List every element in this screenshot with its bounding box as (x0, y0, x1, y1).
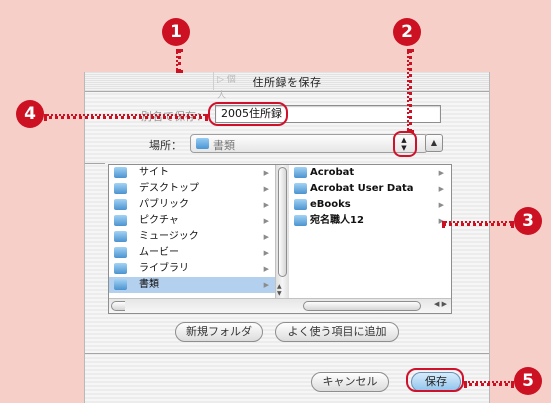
horizontal-arrows-icon[interactable]: ◀ ▶ (434, 300, 447, 308)
callout-5: 5 (514, 367, 542, 395)
browser-row[interactable]: eBooks ▶ (289, 197, 452, 213)
divider-left (85, 163, 105, 164)
callout-2: 2 (393, 18, 421, 46)
callout-4-leader (44, 114, 208, 119)
file-name-highlight (208, 102, 288, 126)
callout-4: 4 (16, 100, 44, 128)
chevron-right-icon: ▶ (263, 281, 269, 289)
browser-row[interactable]: ピクチャ ▶ (109, 213, 277, 229)
chevron-right-icon: ▶ (263, 201, 269, 209)
folder-icon (294, 167, 307, 178)
chevron-right-icon: ▶ (438, 201, 444, 209)
save-dialog: ▷ 個人 住所録を保存 別名で保存： 2005住所録 場所： 書類 ▲▼ ▲ サ… (84, 72, 490, 403)
horizontal-scroll-end (111, 301, 125, 311)
callout-1: 1 (162, 18, 190, 46)
vertical-scroll-thumb[interactable] (278, 167, 287, 277)
callout-3-leader (442, 221, 514, 226)
file-browser: サイト ▶ デスクトップ ▶ パブリック ▶ ピクチャ ▶ ミュージック ▶ ムービー ▶ ライブラリ ▶… (108, 164, 452, 314)
chevron-right-icon: ▶ (263, 233, 269, 241)
browser-row[interactable]: ライブラリ ▶ (109, 261, 277, 277)
browser-row[interactable]: サイト ▶ (109, 165, 277, 181)
divider-bottom (85, 353, 489, 354)
browser-row-label: パブリック (139, 199, 189, 210)
folder-icon (294, 199, 307, 210)
browser-row-label: 宛名職人12 (310, 215, 364, 226)
horizontal-scrollbar[interactable]: ◀ ▶ (109, 298, 451, 313)
add-to-favorites-button[interactable]: よく使う項目に追加 (275, 322, 399, 342)
browser-row[interactable]: ムービー ▶ (109, 245, 277, 261)
music-folder-icon (114, 231, 127, 242)
browser-row-label: 書類 (139, 279, 159, 290)
browser-row-label: ムービー (139, 247, 179, 258)
where-label: 場所： (149, 139, 182, 152)
vertical-scrollbar[interactable]: ▲ ▼ (275, 165, 289, 299)
browser-row-label: Acrobat User Data (310, 183, 414, 194)
browser-row[interactable]: Acrobat ▶ (289, 165, 452, 181)
desktop-icon (114, 183, 127, 194)
save-button-highlight (406, 368, 464, 392)
browser-row[interactable]: 書類 ▶ (109, 277, 277, 293)
title-bar[interactable]: ▷ 個人 住所録を保存 (85, 72, 489, 101)
chevron-right-icon: ▶ (438, 169, 444, 177)
chevron-right-icon: ▶ (263, 185, 269, 193)
chevron-right-icon: ▶ (263, 169, 269, 177)
browser-column-1: サイト ▶ デスクトップ ▶ パブリック ▶ ピクチャ ▶ ミュージック ▶ ムービー ▶ ライブラリ ▶… (109, 165, 277, 297)
chevron-right-icon: ▶ (263, 217, 269, 225)
library-folder-icon (114, 263, 127, 274)
browser-row[interactable]: Acrobat User Data ▶ (289, 181, 452, 197)
where-value: 書類 (213, 139, 235, 152)
callout-1-leader (176, 49, 181, 73)
browser-row-label: ミュージック (139, 231, 199, 242)
scroll-arrows-icon[interactable]: ▲ ▼ (277, 283, 282, 297)
callout-3: 3 (514, 207, 542, 235)
browser-row[interactable]: パブリック ▶ (109, 197, 277, 213)
chevron-right-icon: ▶ (263, 265, 269, 273)
pictures-folder-icon (114, 215, 127, 226)
browser-row-label: サイト (139, 167, 169, 178)
movies-folder-icon (114, 247, 127, 258)
browser-row-label: eBooks (310, 199, 351, 210)
horizontal-scroll-thumb[interactable] (303, 301, 421, 311)
chevron-right-icon: ▶ (263, 249, 269, 257)
new-folder-button[interactable]: 新規フォルダ (175, 322, 263, 342)
browser-row-label: Acrobat (310, 167, 355, 178)
dialog-title: 住所録を保存 (252, 76, 322, 89)
browser-column-2: Acrobat ▶ Acrobat User Data ▶ eBooks ▶ 宛名職人12 ▶ (289, 165, 452, 297)
cancel-button[interactable]: キャンセル (311, 372, 389, 392)
stepper-highlight (393, 131, 417, 157)
browser-row[interactable]: 宛名職人12 ▶ (289, 213, 452, 229)
browser-row[interactable]: デスクトップ ▶ (109, 181, 277, 197)
browser-row-label: ピクチャ (139, 215, 179, 226)
callout-2-leader (407, 49, 412, 133)
public-folder-icon (114, 199, 127, 210)
callout-5-leader (464, 381, 514, 386)
folder-icon (294, 215, 307, 226)
browser-row-label: デスクトップ (139, 183, 199, 194)
collapse-button[interactable]: ▲ (425, 134, 443, 152)
documents-folder-icon (114, 279, 127, 290)
folder-icon (196, 138, 209, 149)
browser-row-label: ライブラリ (139, 263, 189, 274)
chevron-right-icon: ▶ (438, 185, 444, 193)
browser-row[interactable]: ミュージック ▶ (109, 229, 277, 245)
folder-icon (294, 183, 307, 194)
folder-icon (114, 167, 127, 178)
triangle-up-icon: ▲ (430, 138, 438, 147)
